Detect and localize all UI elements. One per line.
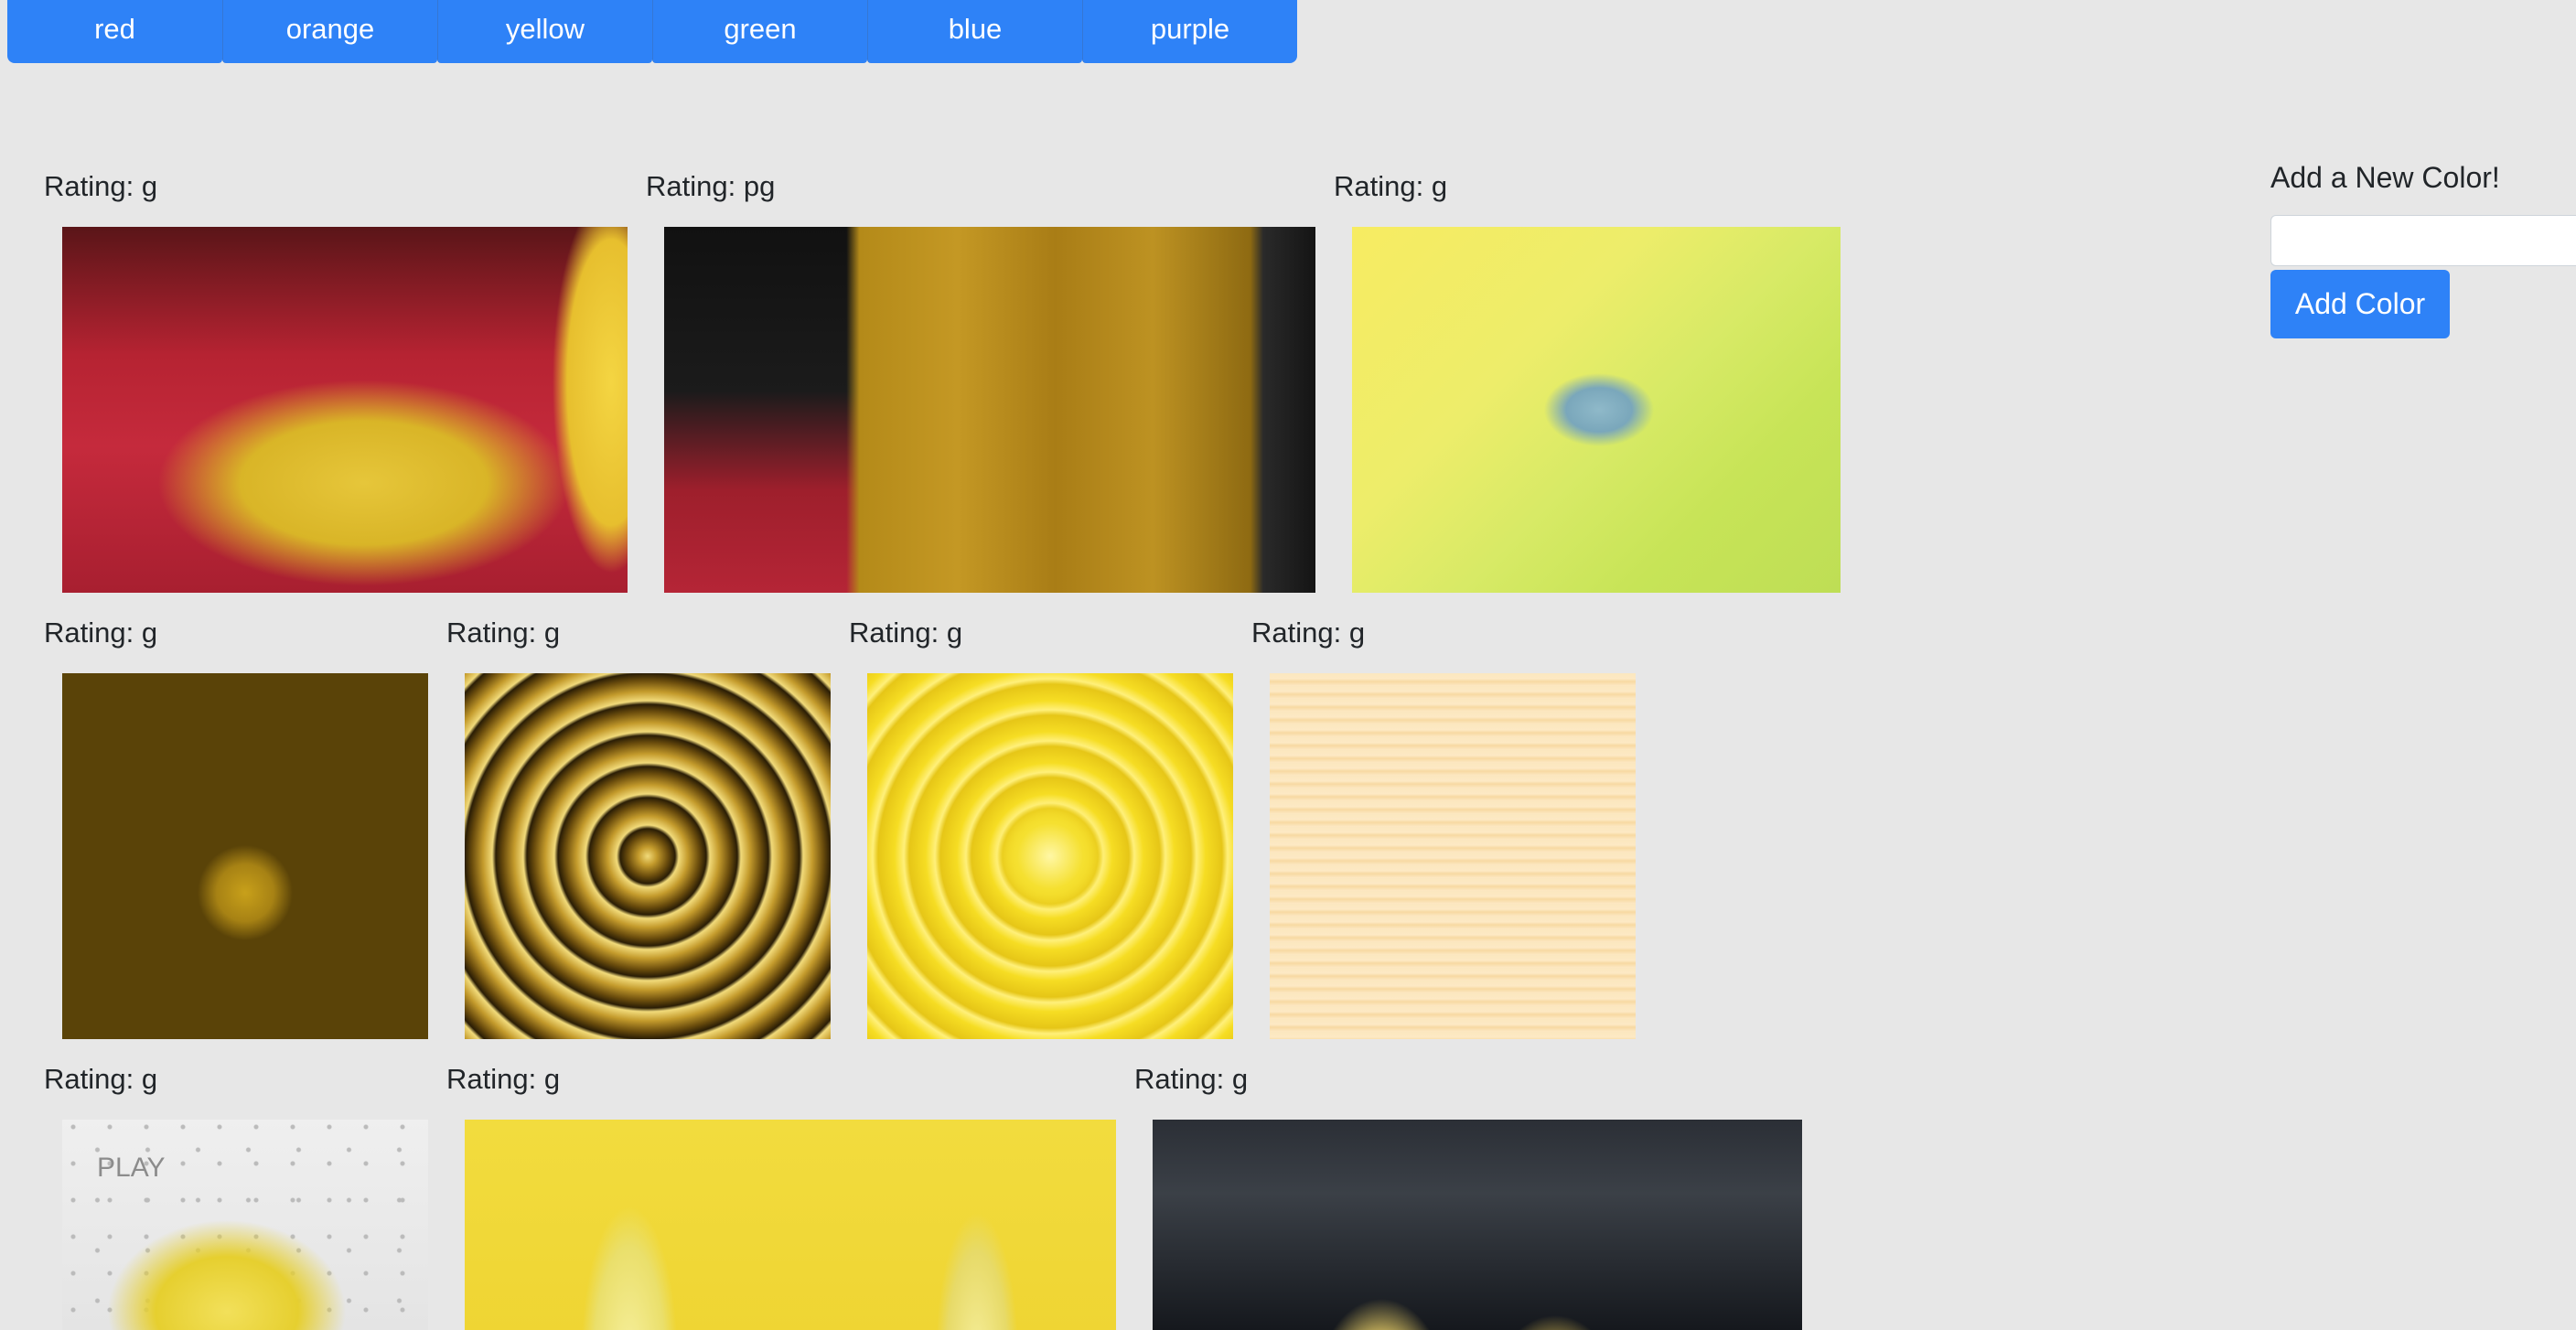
gif-image-gold-dress-red-carpet (664, 227, 1315, 593)
gif-image-yellow-lemon-spiral (867, 673, 1233, 1039)
gif-rating: Rating: g (1134, 1063, 1249, 1095)
add-color-button[interactable]: Add Color (2270, 270, 2450, 338)
gif-image-toy-in-yellow-room (1352, 227, 1841, 593)
app-root: red orange yellow green blue purple Rati… (0, 0, 2576, 1330)
color-button-purple[interactable]: purple (1082, 0, 1297, 63)
new-color-input[interactable] (2270, 215, 2576, 266)
gif-image-music-video-still (1153, 1120, 1802, 1330)
gif-rating: Rating: g (44, 170, 158, 202)
color-button-yellow[interactable]: yellow (437, 0, 652, 63)
gif-image-yellow-gown-red-carpet (62, 227, 628, 593)
gif-image-lemons-in-basket: PLAY (62, 1120, 428, 1330)
color-button-green[interactable]: green (652, 0, 867, 63)
add-color-title: Add a New Color! (2270, 161, 2500, 194)
gif-image-people-yellow-backdrop (465, 1120, 1116, 1330)
gif-rating: Rating: g (1251, 617, 1366, 649)
color-button-blue[interactable]: blue (867, 0, 1082, 63)
gif-rating: Rating: g (849, 617, 963, 649)
gif-rating: Rating: g (446, 1063, 561, 1095)
color-button-orange[interactable]: orange (222, 0, 437, 63)
gif-rating: Rating: g (44, 1063, 158, 1095)
gif-image-disco-ball-yellow-hands (62, 673, 428, 1039)
color-button-bar: red orange yellow green blue purple (7, 0, 1297, 64)
color-button-red[interactable]: red (7, 0, 222, 63)
gif-rating: Rating: g (1334, 170, 1448, 202)
gif-image-pale-yellow-texture (1270, 673, 1636, 1039)
gif-image-golden-spiral (465, 673, 831, 1039)
gif-rating: Rating: g (44, 617, 158, 649)
gif-rating: Rating: pg (646, 170, 776, 202)
gif-rating: Rating: g (446, 617, 561, 649)
gif-overlay-text: PLAY (97, 1153, 166, 1183)
